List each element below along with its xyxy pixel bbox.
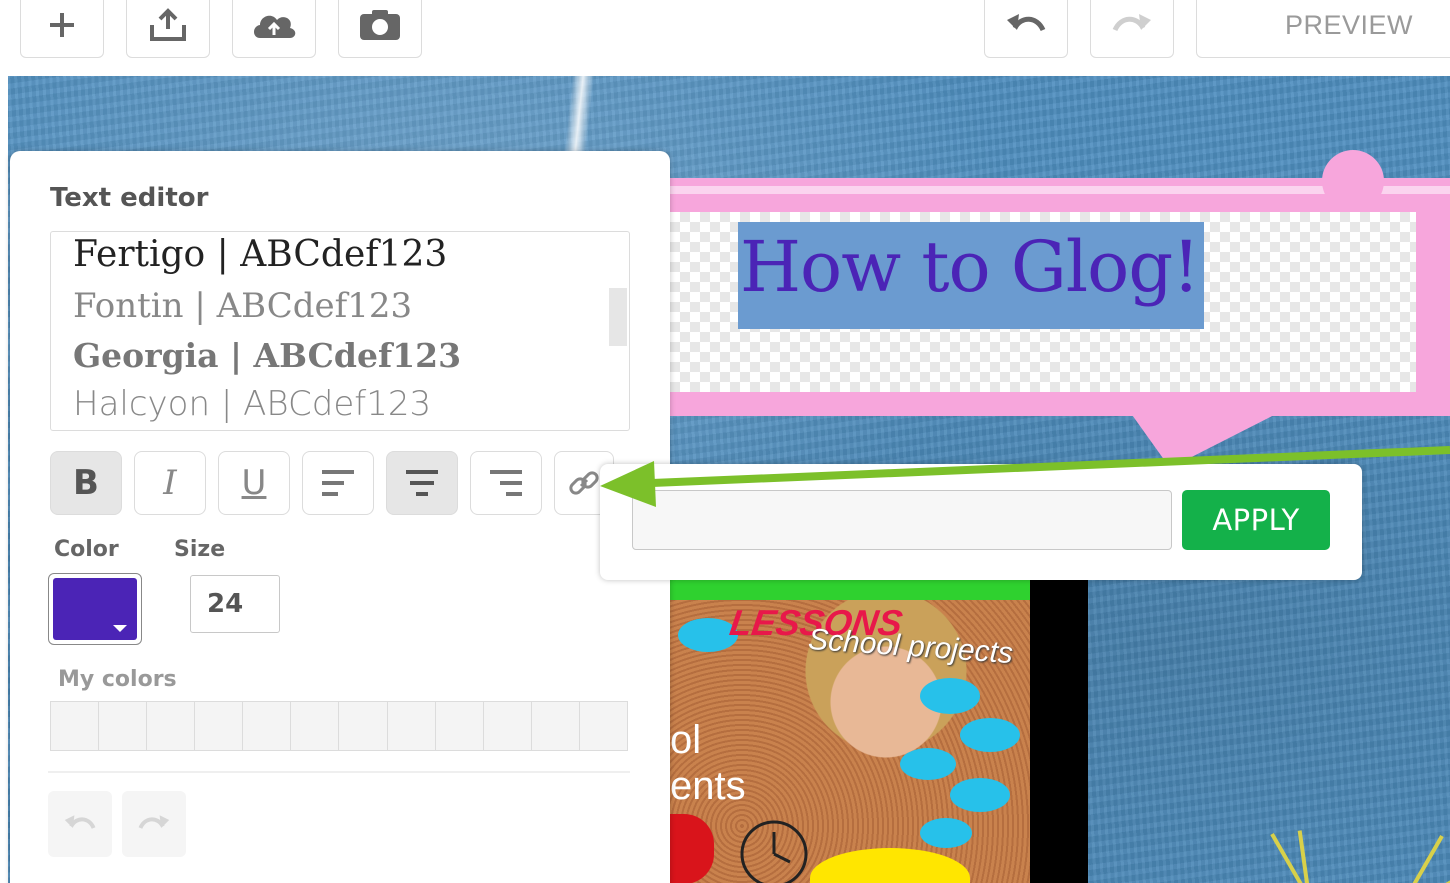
align-right-icon xyxy=(490,470,522,496)
glog-editor-screen: PREVIEW How to Glog! LESSONS School proj… xyxy=(0,0,1450,883)
my-color-slot[interactable] xyxy=(195,702,244,750)
poster-cloud xyxy=(920,678,980,714)
redo-icon xyxy=(1111,10,1153,40)
glog-title-text[interactable]: How to Glog! xyxy=(740,226,1200,308)
dropdown-arrow-icon xyxy=(113,625,127,632)
font-option[interactable]: Georgia | ABCdef123 xyxy=(73,336,461,375)
upload-button[interactable] xyxy=(126,0,210,58)
clock-icon xyxy=(740,820,808,883)
speech-bubble-knob xyxy=(1322,150,1384,212)
link-popup: APPLY xyxy=(600,464,1362,580)
my-color-slot[interactable] xyxy=(51,702,100,750)
editor-divider xyxy=(48,771,630,773)
preview-label: PREVIEW xyxy=(1285,9,1414,40)
poster-partial-text: ents xyxy=(670,764,746,808)
my-color-slot[interactable] xyxy=(483,702,532,750)
my-colors-label: My colors xyxy=(58,667,177,692)
my-color-slot[interactable] xyxy=(579,702,627,750)
apply-button[interactable]: APPLY xyxy=(1182,490,1330,550)
italic-button[interactable]: I xyxy=(134,451,206,515)
camera-button[interactable] xyxy=(338,0,422,58)
camera-icon xyxy=(358,8,402,42)
align-right-button[interactable] xyxy=(470,451,542,515)
font-option[interactable]: Fertigo | ABCdef123 xyxy=(73,234,447,275)
my-color-slot[interactable] xyxy=(531,702,580,750)
poster-cloud xyxy=(920,818,972,848)
add-button[interactable] xyxy=(20,0,104,58)
color-picker[interactable] xyxy=(48,573,142,645)
undo-button[interactable] xyxy=(984,0,1068,58)
cloud-upload-button[interactable] xyxy=(232,0,316,58)
text-editor-title: Text editor xyxy=(50,183,209,213)
redo-icon xyxy=(138,815,170,829)
size-label: Size xyxy=(174,537,226,562)
link-url-input[interactable] xyxy=(632,490,1172,550)
my-color-slot[interactable] xyxy=(291,702,340,750)
poster-partial-text: ol xyxy=(670,718,702,762)
font-option[interactable]: Halcyon | ABCdef123 xyxy=(73,384,431,424)
poster-yellow-shape xyxy=(810,848,970,883)
my-color-slot[interactable] xyxy=(435,702,484,750)
editor-undo-button[interactable] xyxy=(48,791,112,857)
poster-cloud xyxy=(960,718,1020,752)
my-color-slot[interactable] xyxy=(387,702,436,750)
preview-button[interactable]: PREVIEW xyxy=(1196,0,1450,58)
poster-collage: LESSONS School projects ol ents xyxy=(670,578,1030,883)
link-icon xyxy=(569,471,599,495)
undo-icon xyxy=(1005,10,1047,40)
my-color-slot[interactable] xyxy=(147,702,196,750)
align-center-button[interactable] xyxy=(386,451,458,515)
poster-cloud xyxy=(950,778,1010,812)
text-editor-panel: Text editor Fertigo | ABCdef123 Fontin |… xyxy=(10,151,670,883)
my-color-slot[interactable] xyxy=(243,702,292,750)
poster-subtitle-text: School projects xyxy=(807,622,1015,671)
cloud-upload-icon xyxy=(250,8,298,42)
color-label: Color xyxy=(54,537,119,562)
font-size-input[interactable]: 24 xyxy=(190,575,280,633)
editor-redo-button[interactable] xyxy=(122,791,186,857)
plus-icon xyxy=(47,10,77,40)
underline-button[interactable]: U xyxy=(218,451,290,515)
align-left-icon xyxy=(322,470,354,496)
font-list[interactable]: Fertigo | ABCdef123 Fontin | ABCdef123 G… xyxy=(50,231,630,431)
my-color-slot[interactable] xyxy=(99,702,148,750)
redo-button[interactable] xyxy=(1090,0,1174,58)
poster-image[interactable]: LESSONS School projects ol ents xyxy=(670,578,1088,883)
align-center-icon xyxy=(406,470,438,496)
my-color-slot[interactable] xyxy=(339,702,388,750)
bold-button[interactable]: B xyxy=(50,451,122,515)
undo-icon xyxy=(64,815,96,829)
poster-cloud xyxy=(900,748,956,780)
upload-icon xyxy=(148,7,188,43)
poster-top-bar xyxy=(670,578,1030,600)
speech-bubble-tail xyxy=(1130,412,1280,468)
font-list-scrollbar[interactable] xyxy=(609,288,627,346)
poster-red-shape xyxy=(670,814,714,883)
my-colors-palette xyxy=(50,701,628,751)
selected-color-swatch xyxy=(53,578,137,640)
align-left-button[interactable] xyxy=(302,451,374,515)
font-option[interactable]: Fontin | ABCdef123 xyxy=(73,286,412,326)
